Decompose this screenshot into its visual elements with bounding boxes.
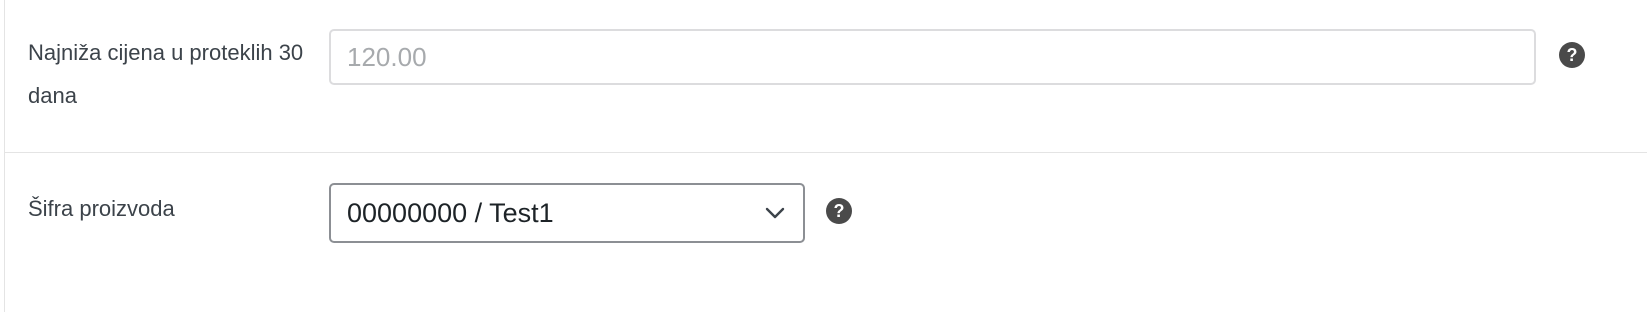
question-circle-icon[interactable]: ? [1559, 42, 1585, 68]
lowest-price-label: Najniža cijena u proteklih 30 dana [28, 40, 304, 108]
question-circle-icon[interactable]: ? [826, 198, 852, 224]
product-code-label: Šifra proizvoda [28, 196, 175, 221]
chevron-down-icon [765, 207, 785, 219]
product-code-selected-value: 00000000 / Test1 [347, 198, 554, 228]
row-divider [5, 152, 1647, 153]
product-code-select[interactable]: 00000000 / Test1 [329, 183, 805, 243]
panel-left-border [0, 0, 5, 312]
product-form-panel: Najniža cijena u proteklih 30 dana ? Šif… [0, 0, 1647, 312]
lowest-price-input[interactable] [329, 29, 1536, 85]
